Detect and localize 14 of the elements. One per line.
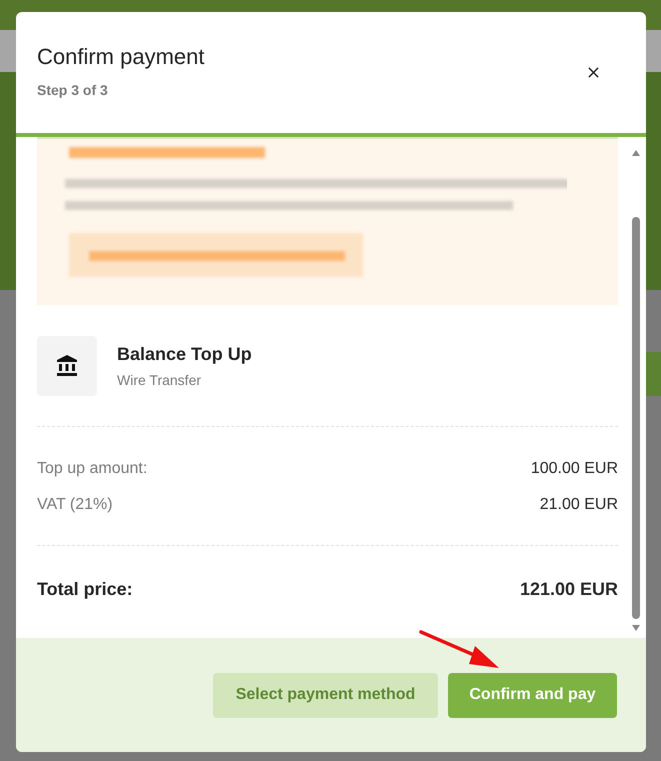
price-value: 121.00 EUR xyxy=(520,578,618,600)
price-label: Total price: xyxy=(37,578,133,600)
price-value: 100.00 EUR xyxy=(530,460,618,478)
action-button[interactable]: Confirm and pay xyxy=(448,672,617,718)
close-icon[interactable] xyxy=(588,67,599,78)
price-label: VAT (21%) xyxy=(37,496,113,514)
price-label: Top up amount: xyxy=(37,460,148,478)
action-button[interactable]: Select payment method xyxy=(213,672,438,718)
item-title: Balance Top Up xyxy=(117,344,252,365)
item-subtitle: Wire Transfer xyxy=(117,372,202,388)
step-label: Step 3 of 3 xyxy=(37,82,109,98)
price-value: 21.00 EUR xyxy=(540,496,618,514)
bank-icon xyxy=(55,354,79,378)
modal-title: Confirm payment xyxy=(37,44,205,70)
